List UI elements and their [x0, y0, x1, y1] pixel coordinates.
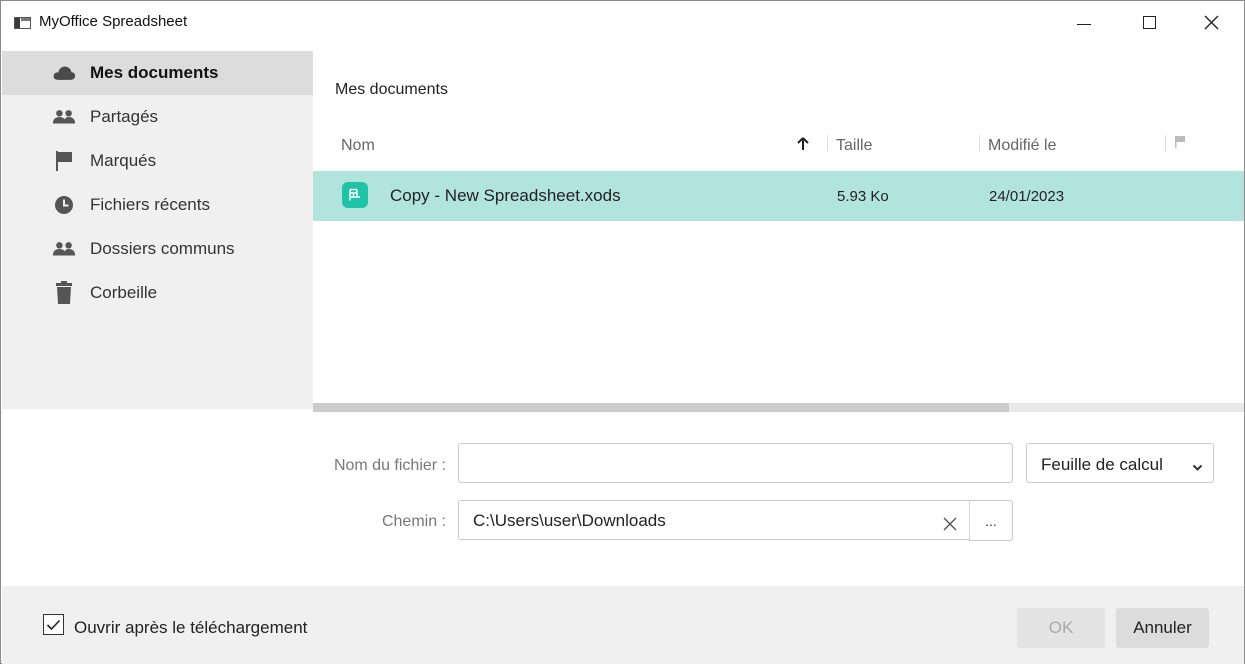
filetype-value: Feuille de calcul: [1041, 455, 1163, 474]
maximize-button[interactable]: [1126, 1, 1172, 43]
title-bar: MyOffice Spreadsheet: [1, 1, 1244, 43]
sidebar-item-marques[interactable]: Marqués: [2, 139, 313, 183]
clear-path-button[interactable]: [935, 509, 965, 539]
file-browser: Mes documents Nom Taille Modifié le Copy…: [313, 51, 1244, 412]
scrollbar-thumb[interactable]: [313, 403, 1009, 412]
open-after-checkbox[interactable]: [43, 614, 64, 635]
sidebar-item-mes-documents[interactable]: Mes documents: [2, 51, 313, 95]
minimize-button[interactable]: [1061, 1, 1107, 43]
filetype-select[interactable]: Feuille de calcul: [1026, 443, 1214, 483]
sidebar-item-label: Mes documents: [90, 63, 219, 82]
sidebar-item-label: Marqués: [90, 151, 157, 170]
spreadsheet-file-icon: [342, 182, 368, 208]
minimize-icon: [1077, 23, 1091, 25]
users-icon: [52, 238, 76, 260]
sidebar-item-partages[interactable]: Partagés: [2, 95, 313, 139]
close-icon: [1204, 15, 1218, 29]
path-input[interactable]: C:\Users\user\Downloads: [458, 500, 970, 540]
ok-button[interactable]: OK: [1017, 608, 1105, 648]
horizontal-scrollbar[interactable]: [313, 403, 1244, 412]
sidebar: Mes documents Partagés Marqués Fichiers …: [2, 51, 313, 409]
checkmark-icon: [46, 619, 61, 630]
cloud-icon: [52, 62, 76, 84]
breadcrumb: Mes documents: [335, 81, 448, 98]
browse-button[interactable]: ...: [969, 500, 1013, 541]
column-divider[interactable]: [979, 135, 980, 151]
file-row[interactable]: Copy - New Spreadsheet.xods 5.93 Ko 24/0…: [313, 171, 1244, 221]
app-icon: [14, 17, 31, 29]
window-title: MyOffice Spreadsheet: [39, 13, 188, 30]
clock-icon: [52, 194, 76, 216]
dialog-footer: Ouvrir après le téléchargement OK Annule…: [2, 586, 1244, 664]
column-header-modified[interactable]: Modifié le: [988, 137, 1056, 155]
open-after-label[interactable]: Ouvrir après le téléchargement: [74, 618, 307, 638]
filename-input[interactable]: [458, 443, 1013, 483]
sidebar-item-dossiers-communs[interactable]: Dossiers communs: [2, 227, 313, 271]
file-size: 5.93 Ko: [837, 188, 889, 205]
close-icon: [943, 517, 957, 531]
users-icon: [52, 106, 76, 128]
sidebar-item-corbeille[interactable]: Corbeille: [2, 271, 313, 315]
column-header-size[interactable]: Taille: [836, 137, 872, 155]
filename-label: Nom du fichier :: [333, 457, 446, 474]
column-divider[interactable]: [1165, 135, 1166, 151]
sidebar-item-label: Fichiers récents: [90, 195, 210, 214]
save-dialog-window: MyOffice Spreadsheet Mes documents Parta…: [0, 0, 1245, 664]
sort-ascending-icon[interactable]: [797, 137, 809, 156]
trash-icon: [52, 281, 76, 304]
maximize-icon: [1142, 15, 1156, 29]
cancel-button[interactable]: Annuler: [1116, 608, 1209, 648]
sidebar-item-label: Dossiers communs: [90, 239, 235, 258]
flag-icon: [52, 150, 76, 172]
flag-column-icon[interactable]: [1174, 135, 1186, 154]
column-divider[interactable]: [827, 135, 828, 151]
sidebar-item-fichiers-recents[interactable]: Fichiers récents: [2, 183, 313, 227]
file-name: Copy - New Spreadsheet.xods: [390, 186, 621, 205]
chevron-down-icon: [1192, 459, 1203, 477]
sidebar-item-label: Corbeille: [90, 283, 158, 302]
path-value: C:\Users\user\Downloads: [473, 511, 666, 530]
path-label: Chemin :: [381, 513, 446, 530]
column-header-name[interactable]: Nom: [341, 137, 375, 155]
file-modified-date: 24/01/2023: [989, 188, 1065, 205]
close-button[interactable]: [1188, 1, 1234, 43]
sidebar-item-label: Partagés: [90, 107, 159, 126]
